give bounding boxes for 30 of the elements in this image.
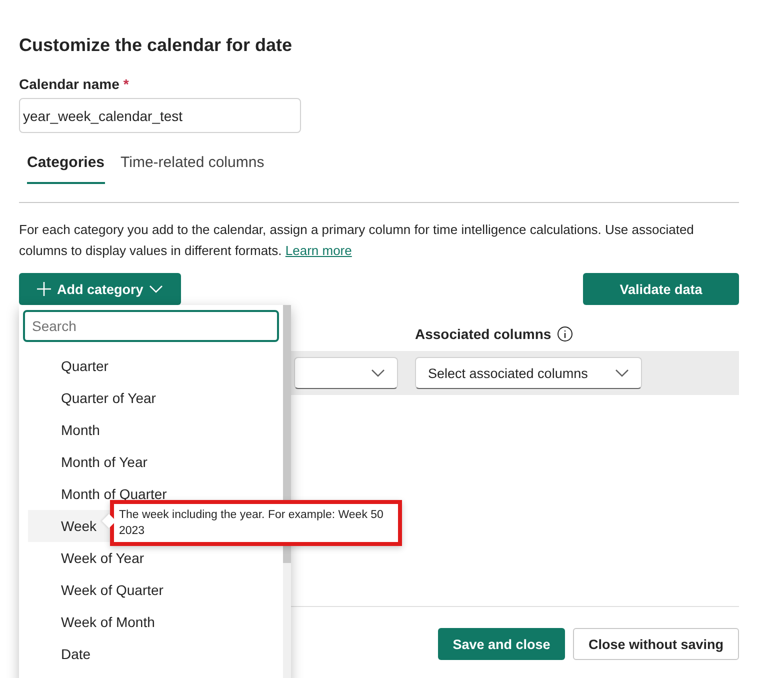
calendar-name-field[interactable]: year_week_calendar_test [19, 98, 301, 133]
info-icon [557, 326, 574, 342]
plus-icon [37, 282, 51, 296]
dropdown-option[interactable]: Quarter [28, 350, 263, 382]
dropdown-option[interactable]: Week of Quarter [28, 574, 263, 606]
chevron-down-icon [149, 285, 164, 293]
tooltip: The week including the year. For example: Week 50 2023 [110, 500, 402, 546]
tab[interactable]: Time-related columns [120, 146, 264, 183]
field-label: Calendar name [19, 76, 120, 92]
column-header: Associated columns [415, 326, 552, 342]
save-button[interactable]: Save and close [438, 628, 565, 660]
dropdown-option[interactable]: Date [28, 638, 263, 670]
dropdown-option[interactable]: Quarter of Year [28, 382, 263, 414]
dropdown-option[interactable]: Month [28, 414, 263, 446]
dropdown-option[interactable]: Week of Month [28, 606, 263, 638]
chevron-down-icon [371, 369, 385, 377]
dropdown-option[interactable]: Month of Year [28, 446, 263, 478]
description-text: For each category you add to the calendar, assign a primary column for time intelligence calculations. Use associated columns to display values in different formats. Learn more [19, 221, 695, 260]
tab[interactable]: Categories [27, 146, 105, 184]
associated-columns-select[interactable]: Select associated columns [415, 357, 642, 389]
add-category-button[interactable]: Add category [19, 273, 182, 305]
chevron-down-icon [615, 369, 629, 377]
validate-data-button[interactable]: Validate data [583, 273, 739, 305]
required-mark: * [123, 76, 129, 92]
search-field[interactable]: Search [23, 310, 279, 342]
primary-column-select[interactable] [294, 357, 398, 389]
dialog-title: Customize the calendar for date [19, 34, 294, 56]
dropdown-option[interactable]: Week [28, 510, 113, 542]
learn-more-link[interactable]: Learn more [285, 243, 352, 258]
close-button[interactable]: Close without saving [573, 628, 739, 660]
